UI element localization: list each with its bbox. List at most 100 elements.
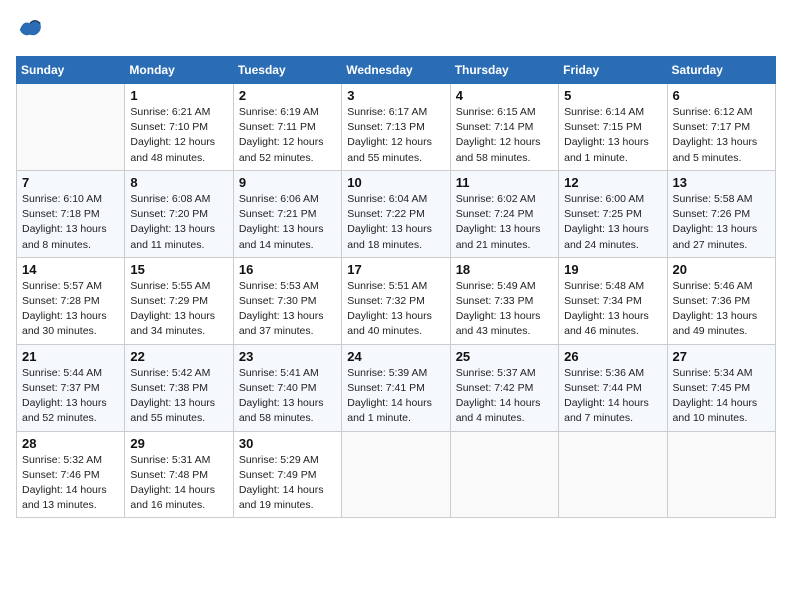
calendar-cell: 30 Sunrise: 5:29 AM Sunset: 7:49 PM Dayli… — [233, 431, 341, 518]
header-day-wednesday: Wednesday — [342, 57, 450, 84]
calendar-cell: 13 Sunrise: 5:58 AM Sunset: 7:26 PM Dayli… — [667, 170, 775, 257]
day-info: Sunrise: 5:46 AM Sunset: 7:36 PM Dayligh… — [673, 279, 770, 340]
day-info: Sunrise: 5:48 AM Sunset: 7:34 PM Dayligh… — [564, 279, 661, 340]
calendar-cell: 7 Sunrise: 6:10 AM Sunset: 7:18 PM Daylig… — [17, 170, 125, 257]
header-day-saturday: Saturday — [667, 57, 775, 84]
calendar-cell: 4Sunrise: 6:15 AM Sunset: 7:14 PM Daylig… — [450, 84, 558, 171]
day-info: Sunrise: 6:10 AM Sunset: 7:18 PM Dayligh… — [22, 192, 119, 253]
header-row: SundayMondayTuesdayWednesdayThursdayFrid… — [17, 57, 776, 84]
day-number: 19 — [564, 262, 661, 277]
week-row-4: 21 Sunrise: 5:44 AM Sunset: 7:37 PM Dayli… — [17, 344, 776, 431]
day-info: Sunrise: 5:51 AM Sunset: 7:32 PM Dayligh… — [347, 279, 444, 340]
day-info: Sunrise: 5:29 AM Sunset: 7:49 PM Dayligh… — [239, 453, 336, 514]
calendar-cell: 5 Sunrise: 6:14 AM Sunset: 7:15 PM Daylig… — [559, 84, 667, 171]
calendar-cell — [559, 431, 667, 518]
calendar-cell: 24Sunrise: 5:39 AM Sunset: 7:41 PM Dayli… — [342, 344, 450, 431]
calendar-table: SundayMondayTuesdayWednesdayThursdayFrid… — [16, 56, 776, 518]
header-day-sunday: Sunday — [17, 57, 125, 84]
logo-icon — [16, 16, 44, 44]
calendar-cell: 9 Sunrise: 6:06 AM Sunset: 7:21 PM Daylig… — [233, 170, 341, 257]
day-number: 20 — [673, 262, 770, 277]
day-info: Sunrise: 6:17 AM Sunset: 7:13 PM Dayligh… — [347, 105, 444, 166]
calendar-cell: 3 Sunrise: 6:17 AM Sunset: 7:13 PM Daylig… — [342, 84, 450, 171]
calendar-cell — [342, 431, 450, 518]
day-info: Sunrise: 6:00 AM Sunset: 7:25 PM Dayligh… — [564, 192, 661, 253]
day-info: Sunrise: 6:06 AM Sunset: 7:21 PM Dayligh… — [239, 192, 336, 253]
day-number: 18 — [456, 262, 553, 277]
day-number: 9 — [239, 175, 336, 190]
calendar-cell: 26 Sunrise: 5:36 AM Sunset: 7:44 PM Dayli… — [559, 344, 667, 431]
header-day-thursday: Thursday — [450, 57, 558, 84]
day-number: 2 — [239, 88, 336, 103]
day-info: Sunrise: 6:08 AM Sunset: 7:20 PM Dayligh… — [130, 192, 227, 253]
calendar-cell: 17 Sunrise: 5:51 AM Sunset: 7:32 PM Dayli… — [342, 257, 450, 344]
week-row-3: 14Sunrise: 5:57 AM Sunset: 7:28 PM Dayli… — [17, 257, 776, 344]
day-number: 7 — [22, 175, 119, 190]
day-info: Sunrise: 5:31 AM Sunset: 7:48 PM Dayligh… — [130, 453, 227, 514]
calendar-cell: 27Sunrise: 5:34 AM Sunset: 7:45 PM Dayli… — [667, 344, 775, 431]
day-number: 17 — [347, 262, 444, 277]
day-info: Sunrise: 5:53 AM Sunset: 7:30 PM Dayligh… — [239, 279, 336, 340]
logo — [16, 16, 48, 44]
day-info: Sunrise: 5:32 AM Sunset: 7:46 PM Dayligh… — [22, 453, 119, 514]
day-info: Sunrise: 5:58 AM Sunset: 7:26 PM Dayligh… — [673, 192, 770, 253]
calendar-cell: 1 Sunrise: 6:21 AM Sunset: 7:10 PM Daylig… — [125, 84, 233, 171]
day-number: 6 — [673, 88, 770, 103]
day-number: 28 — [22, 436, 119, 451]
day-number: 15 — [130, 262, 227, 277]
calendar-cell: 6 Sunrise: 6:12 AM Sunset: 7:17 PM Daylig… — [667, 84, 775, 171]
calendar-cell: 22 Sunrise: 5:42 AM Sunset: 7:38 PM Dayli… — [125, 344, 233, 431]
day-info: Sunrise: 5:41 AM Sunset: 7:40 PM Dayligh… — [239, 366, 336, 427]
day-info: Sunrise: 6:21 AM Sunset: 7:10 PM Dayligh… — [130, 105, 227, 166]
calendar-cell — [450, 431, 558, 518]
day-info: Sunrise: 6:19 AM Sunset: 7:11 PM Dayligh… — [239, 105, 336, 166]
week-row-2: 7 Sunrise: 6:10 AM Sunset: 7:18 PM Daylig… — [17, 170, 776, 257]
day-number: 13 — [673, 175, 770, 190]
day-number: 27 — [673, 349, 770, 364]
week-row-5: 28 Sunrise: 5:32 AM Sunset: 7:46 PM Dayli… — [17, 431, 776, 518]
day-number: 25 — [456, 349, 553, 364]
day-info: Sunrise: 5:37 AM Sunset: 7:42 PM Dayligh… — [456, 366, 553, 427]
day-info: Sunrise: 5:44 AM Sunset: 7:37 PM Dayligh… — [22, 366, 119, 427]
day-number: 29 — [130, 436, 227, 451]
day-info: Sunrise: 6:14 AM Sunset: 7:15 PM Dayligh… — [564, 105, 661, 166]
header-day-tuesday: Tuesday — [233, 57, 341, 84]
header-day-friday: Friday — [559, 57, 667, 84]
day-number: 30 — [239, 436, 336, 451]
day-number: 22 — [130, 349, 227, 364]
day-number: 5 — [564, 88, 661, 103]
day-number: 1 — [130, 88, 227, 103]
day-info: Sunrise: 6:12 AM Sunset: 7:17 PM Dayligh… — [673, 105, 770, 166]
calendar-cell: 29 Sunrise: 5:31 AM Sunset: 7:48 PM Dayli… — [125, 431, 233, 518]
day-info: Sunrise: 6:04 AM Sunset: 7:22 PM Dayligh… — [347, 192, 444, 253]
calendar-cell: 10 Sunrise: 6:04 AM Sunset: 7:22 PM Dayli… — [342, 170, 450, 257]
calendar-cell: 18 Sunrise: 5:49 AM Sunset: 7:33 PM Dayli… — [450, 257, 558, 344]
calendar-cell: 14Sunrise: 5:57 AM Sunset: 7:28 PM Dayli… — [17, 257, 125, 344]
day-info: Sunrise: 5:42 AM Sunset: 7:38 PM Dayligh… — [130, 366, 227, 427]
day-info: Sunrise: 5:36 AM Sunset: 7:44 PM Dayligh… — [564, 366, 661, 427]
day-info: Sunrise: 5:49 AM Sunset: 7:33 PM Dayligh… — [456, 279, 553, 340]
day-number: 16 — [239, 262, 336, 277]
page-header — [16, 16, 776, 44]
day-number: 11 — [456, 175, 553, 190]
calendar-cell: 16 Sunrise: 5:53 AM Sunset: 7:30 PM Dayli… — [233, 257, 341, 344]
day-number: 12 — [564, 175, 661, 190]
calendar-cell — [17, 84, 125, 171]
week-row-1: 1 Sunrise: 6:21 AM Sunset: 7:10 PM Daylig… — [17, 84, 776, 171]
calendar-cell — [667, 431, 775, 518]
day-number: 24 — [347, 349, 444, 364]
day-number: 21 — [22, 349, 119, 364]
calendar-cell: 25 Sunrise: 5:37 AM Sunset: 7:42 PM Dayli… — [450, 344, 558, 431]
header-day-monday: Monday — [125, 57, 233, 84]
day-number: 26 — [564, 349, 661, 364]
calendar-cell: 12 Sunrise: 6:00 AM Sunset: 7:25 PM Dayli… — [559, 170, 667, 257]
day-number: 8 — [130, 175, 227, 190]
calendar-cell: 23 Sunrise: 5:41 AM Sunset: 7:40 PM Dayli… — [233, 344, 341, 431]
day-number: 10 — [347, 175, 444, 190]
day-number: 23 — [239, 349, 336, 364]
calendar-cell: 21 Sunrise: 5:44 AM Sunset: 7:37 PM Dayli… — [17, 344, 125, 431]
day-info: Sunrise: 6:02 AM Sunset: 7:24 PM Dayligh… — [456, 192, 553, 253]
day-info: Sunrise: 5:57 AM Sunset: 7:28 PM Dayligh… — [22, 279, 119, 340]
calendar-cell: 11 Sunrise: 6:02 AM Sunset: 7:24 PM Dayli… — [450, 170, 558, 257]
day-number: 3 — [347, 88, 444, 103]
